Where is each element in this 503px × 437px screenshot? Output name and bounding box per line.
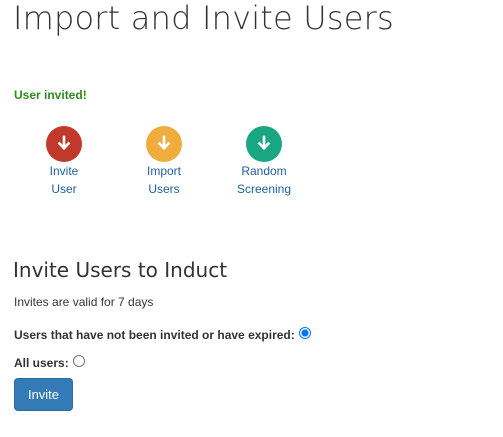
- invite-button[interactable]: Invite: [14, 378, 73, 411]
- section-title: Invite Users to Induct: [13, 258, 228, 282]
- download-arrow-icon: [146, 126, 182, 162]
- random-screening-label-line2: Screening: [236, 182, 292, 196]
- import-users-label-line2: Users: [148, 182, 180, 196]
- import-users-label-line1: Import: [146, 164, 181, 178]
- random-screening-link[interactable]: Random Screening: [219, 126, 309, 198]
- download-arrow-icon: [46, 126, 82, 162]
- random-screening-label-line1: Random: [241, 164, 287, 178]
- option-not-invited-label: Users that have not been invited or have…: [14, 328, 295, 342]
- option-all-users-label: All users:: [14, 356, 69, 370]
- invite-user-link[interactable]: Invite User: [19, 126, 109, 198]
- option-not-invited-or-expired[interactable]: Users that have not been invited or have…: [14, 327, 311, 343]
- import-users-link[interactable]: Import Users: [119, 126, 209, 198]
- download-arrow-icon: [246, 126, 282, 162]
- option-all-users[interactable]: All users:: [14, 355, 85, 371]
- success-message: User invited!: [14, 88, 87, 102]
- invite-user-label-line2: User: [51, 182, 77, 196]
- not-invited-or-expired-radio[interactable]: [298, 327, 311, 339]
- all-users-radio[interactable]: [72, 355, 85, 367]
- validity-note: Invites are valid for 7 days: [14, 295, 154, 309]
- page-title: Import and Invite Users: [13, 0, 394, 37]
- invite-user-label-line1: Invite: [49, 164, 79, 178]
